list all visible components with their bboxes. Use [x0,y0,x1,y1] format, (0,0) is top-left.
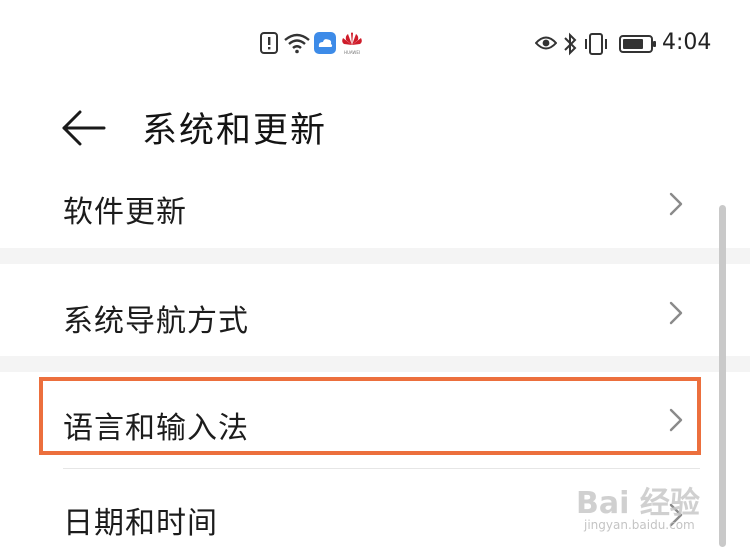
wifi-icon [284,33,310,54]
status-bar: HUAWEI 4:04 [0,0,750,90]
settings-item-software-update[interactable]: 软件更新 [0,165,720,245]
clock: 4:04 [662,30,712,55]
eye-icon [535,36,557,50]
vibrate-icon [585,33,607,55]
back-button[interactable] [60,108,112,148]
group-divider [0,356,750,372]
annotation-highlight-box [39,377,701,455]
battery-icon [619,35,656,53]
huawei-label: HUAWEI [344,50,360,55]
settings-item-navigation-mode[interactable]: 系统导航方式 [0,274,720,354]
bluetooth-icon [564,32,577,56]
watermark-url: jingyan.baidu.com [584,518,695,532]
chevron-right-icon [669,301,683,325]
watermark-logo: Bai 经验 [576,486,700,521]
settings-item-label: 系统导航方式 [63,304,249,339]
baidu-jingyan-watermark: Bai 经验 jingyan.baidu.com [576,478,726,540]
settings-item-label: 日期和时间 [63,506,218,541]
weather-cloud-icon [314,32,336,54]
page-header: 系统和更新 [0,90,750,170]
huawei-logo-icon: HUAWEI [342,32,362,55]
group-divider [0,248,750,264]
row-separator [63,468,700,469]
chevron-right-icon [669,192,683,216]
page-title: 系统和更新 [142,111,328,151]
back-arrow-icon[interactable] [60,108,112,148]
settings-item-label: 软件更新 [63,195,187,230]
alert-icon [260,32,278,54]
